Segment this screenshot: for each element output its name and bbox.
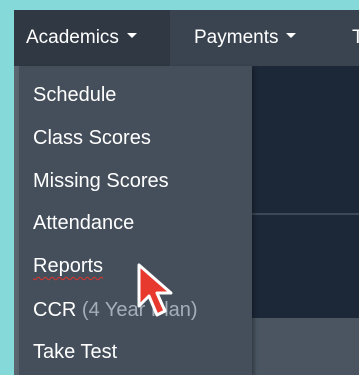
top-navbar: Academics Payments T — [14, 10, 359, 66]
menu-item-class-scores[interactable]: Class Scores — [33, 120, 151, 156]
menu-item-label: Class Scores — [33, 127, 151, 149]
menu-item-label: Attendance — [33, 212, 135, 234]
menu-item-take-test[interactable]: Take Test — [33, 334, 117, 370]
nav-item-academics[interactable]: Academics — [14, 10, 170, 66]
menu-item-label: Schedule — [33, 84, 117, 106]
academics-dropdown-menu: Schedule Class Scores Missing Scores Att… — [19, 66, 252, 375]
menu-item-schedule[interactable]: Schedule — [33, 77, 116, 113]
menu-item-label: Missing Scores — [33, 170, 169, 192]
nav-item-label: Payments — [194, 27, 279, 48]
caret-down-icon — [126, 33, 137, 39]
caret-down-icon — [286, 33, 297, 39]
nav-item-partial[interactable]: T — [352, 10, 359, 66]
nav-item-payments[interactable]: Payments — [194, 10, 297, 66]
menu-item-label: Take Test — [33, 341, 118, 363]
menu-item-reports[interactable]: Reports — [33, 248, 103, 284]
menu-item-missing-scores[interactable]: Missing Scores — [33, 163, 169, 199]
panel-divider — [252, 213, 359, 215]
content-panel — [252, 66, 359, 318]
content-strip — [252, 318, 359, 375]
mouse-pointer-icon — [137, 263, 173, 317]
nav-item-label: Academics — [26, 27, 119, 48]
menu-item-label: CCR — [33, 299, 77, 321]
nav-item-label: T — [352, 27, 359, 48]
menu-item-label: Reports — [33, 255, 104, 277]
menu-item-attendance[interactable]: Attendance — [33, 205, 134, 241]
